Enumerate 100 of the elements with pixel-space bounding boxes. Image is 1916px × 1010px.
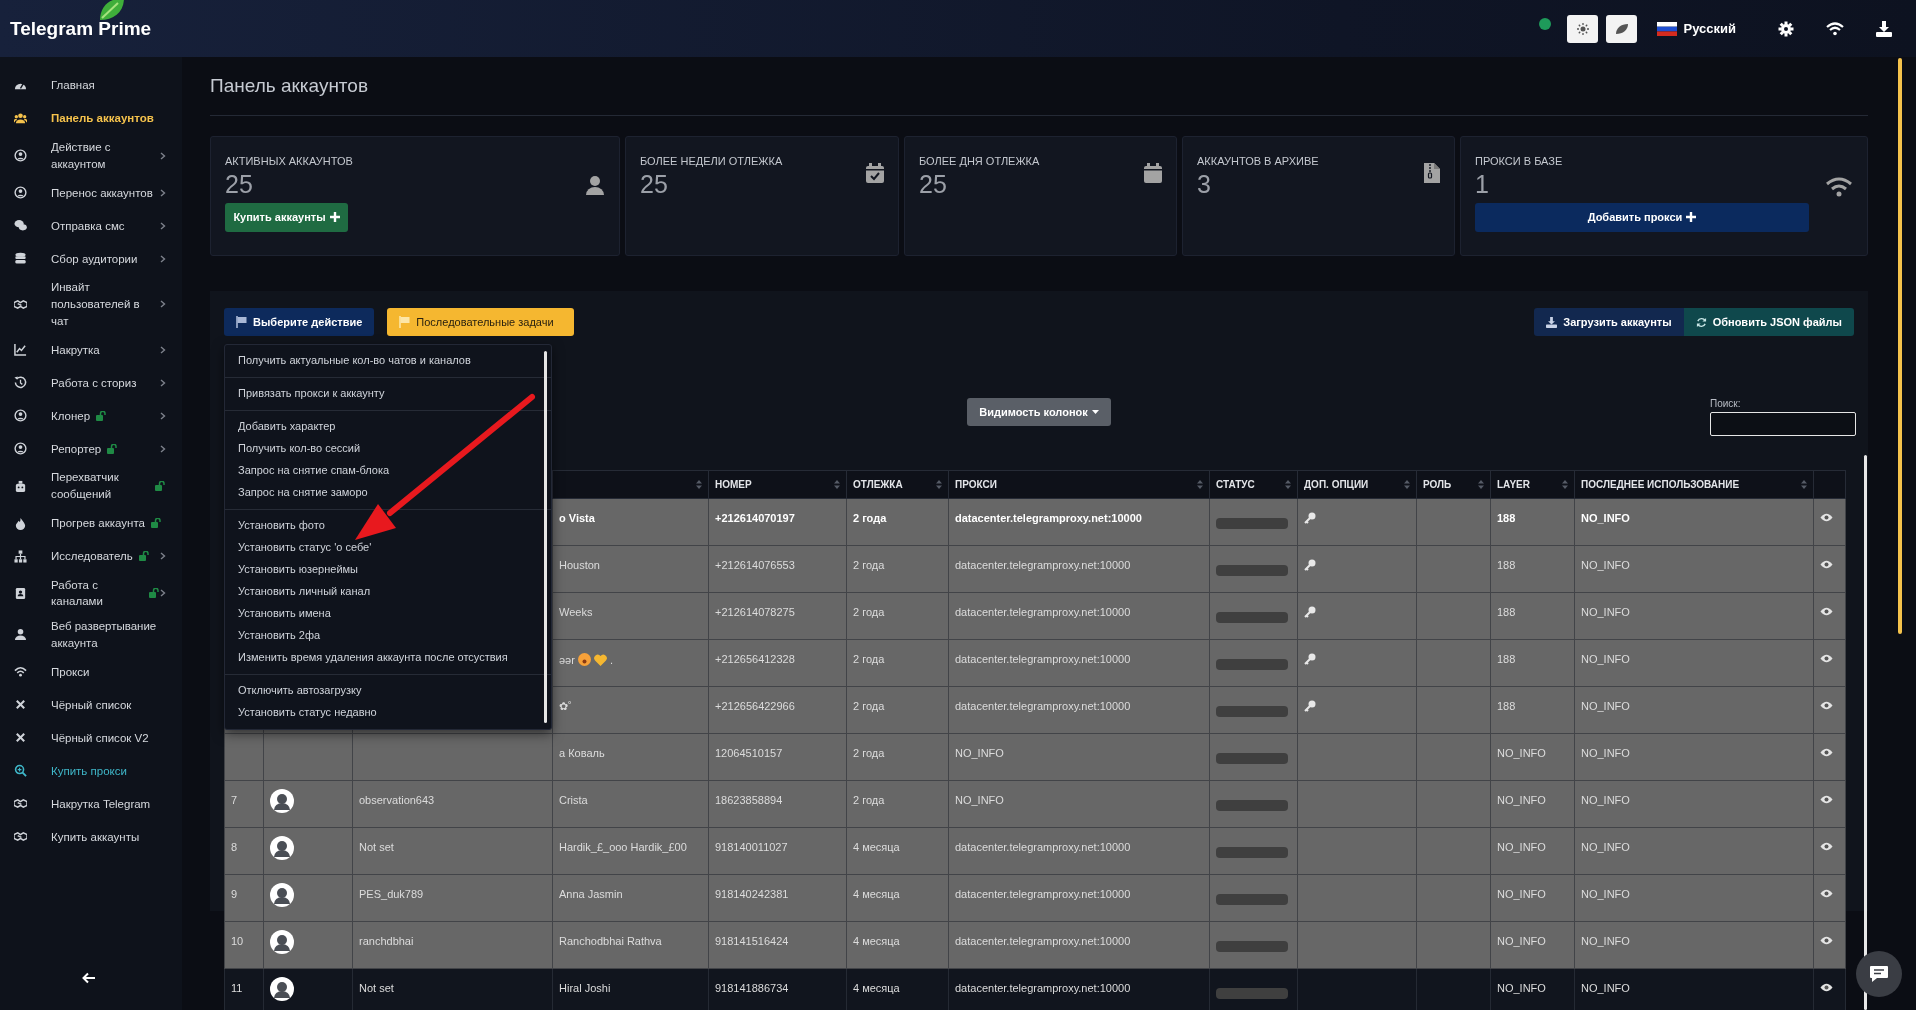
menu-item[interactable]: Привязать прокси к аккаунту	[225, 382, 551, 404]
name-cell: o Vista	[559, 512, 595, 524]
flag-icon	[1657, 21, 1678, 36]
last-used-cell: NO_INFO	[1581, 888, 1630, 900]
calendar-icon	[1144, 163, 1162, 183]
menu-item[interactable]: Установить личный канал	[225, 580, 551, 602]
add-proxy-button[interactable]: Добавить прокси	[1475, 202, 1809, 232]
key-icon[interactable]	[1304, 653, 1316, 665]
refresh-json-button[interactable]: Обновить JSON файлы	[1683, 308, 1854, 336]
sort-icon	[936, 480, 942, 489]
menu-item[interactable]: Установить фото	[225, 514, 551, 536]
sidebar-item[interactable]: Репортер	[0, 432, 182, 466]
settings-icon[interactable]	[1778, 20, 1794, 37]
menu-item[interactable]: Установить статус недавно	[225, 701, 551, 723]
sidebar-item[interactable]: Прокси	[0, 655, 182, 689]
name-cell: Crista	[559, 794, 588, 806]
sort-icon[interactable]	[696, 480, 702, 489]
table-row[interactable]: 7 observation643 Crista 18623858894 2 года NO_INFO NO_INFO NO_INFO	[224, 780, 1846, 828]
page-scrollbar[interactable]	[1898, 58, 1902, 634]
close-icon	[14, 731, 27, 745]
sidebar-item[interactable]: Инвайт пользователей в чат	[0, 275, 182, 334]
search-field[interactable]	[1710, 412, 1856, 436]
menu-item[interactable]: Получить кол-во сессий	[225, 437, 551, 459]
plus-icon	[1686, 212, 1697, 222]
table-row[interactable]: 11 Not set Hiral Joshi 918141886734 4 месяца datacenter.telegramproxy.net:10000 NO_INFO NO_INFO	[224, 968, 1846, 1010]
chat-button[interactable]	[1856, 951, 1902, 997]
menu-item[interactable]: Установить 2фа	[225, 624, 551, 646]
key-icon[interactable]	[1304, 559, 1316, 571]
menu-item[interactable]: Получить актуальные кол-во чатов и каналов	[225, 349, 551, 371]
sidebar-item[interactable]: Накрутка	[0, 333, 182, 367]
layer-cell: NO_INFO	[1497, 935, 1546, 947]
proxy-cell: datacenter.telegramproxy.net:10000	[955, 606, 1131, 618]
column-header[interactable]: ПОСЛЕДНЕЕ ИСПОЛЬЗОВАНИЕ	[1574, 470, 1814, 499]
download-icon[interactable]	[1876, 20, 1892, 37]
name-cell: ✿˚	[559, 700, 572, 713]
menu-item[interactable]: Запрос на снятие спам-блока	[225, 459, 551, 481]
column-header[interactable]: ОТЛЕЖКА	[846, 470, 949, 499]
sidebar-item[interactable]: Работа с сториз	[0, 366, 182, 400]
sidebar-item[interactable]: Перенос аккаунтов	[0, 176, 182, 210]
key-icon[interactable]	[1304, 700, 1316, 712]
sidebar-item[interactable]: Работа с каналами	[0, 572, 182, 615]
menu-item[interactable]: Изменить время удаления аккаунта после отсуствия	[225, 646, 551, 668]
column-header[interactable]: СТАТУС	[1209, 470, 1298, 499]
sidebar-item[interactable]: Накрутка Telegram	[0, 787, 182, 821]
sidebar-item[interactable]: Купить аккаунты	[0, 820, 182, 854]
layer-cell: NO_INFO	[1497, 794, 1546, 806]
name-cell: Hardik_£_ooo Hardik_£00	[559, 841, 687, 853]
menu-item[interactable]: Установить статус 'о себе'	[225, 536, 551, 558]
phone-cell: +212614078275	[715, 606, 795, 618]
table-row[interactable]: 10 ranchdbhai Ranchodbhai Rathva 918141516424 4 месяца datacenter.telegramproxy.net:10000 NO_INFO NO_INFO	[224, 921, 1846, 969]
table-row[interactable]: a Коваль 12064510157 2 года NO_INFO NO_INFO NO_INFO	[224, 733, 1846, 781]
sidebar-item[interactable]: Веб развертывание аккаунта	[0, 614, 182, 656]
sidebar-item[interactable]: Прогрев аккаунта	[0, 506, 182, 540]
back-arrow-icon[interactable]	[82, 972, 96, 984]
column-header[interactable]: РОЛЬ	[1416, 470, 1491, 499]
upload-accounts-button[interactable]: Загрузить аккаунты	[1534, 308, 1684, 336]
language-selector[interactable]: Русский	[1657, 21, 1736, 36]
column-header[interactable]: ПРОКСИ	[948, 470, 1210, 499]
menu-item[interactable]: Добавить характер	[225, 415, 551, 437]
choose-action-button[interactable]: Выберите действие	[224, 308, 375, 336]
theme-button[interactable]	[1567, 14, 1599, 43]
menu-scrollbar[interactable]	[544, 351, 547, 723]
menu-item[interactable]: Запрос на снятие заморо	[225, 481, 551, 503]
key-icon[interactable]	[1304, 606, 1316, 618]
sidebar-item[interactable]: Исследователь	[0, 539, 182, 573]
sidebar-item[interactable]: Отправка смс	[0, 209, 182, 243]
sort-icon	[1404, 480, 1410, 489]
leaf-button[interactable]	[1606, 14, 1638, 43]
sidebar-item[interactable]: Купить прокси	[0, 754, 182, 788]
column-header[interactable]: LAYER	[1490, 470, 1575, 499]
sidebar-item[interactable]: Перехватчик сообщений	[0, 465, 182, 507]
buy-accounts-button[interactable]: Купить аккаунты	[225, 202, 348, 232]
name-cell: a Коваль	[559, 747, 605, 759]
sidebar-item[interactable]: Панель аккаунтов	[0, 102, 182, 135]
sidebar-item[interactable]: Чёрный список V2	[0, 721, 182, 755]
sidebar-item[interactable]: Действие с аккаунтом	[0, 135, 182, 177]
eye-icon[interactable]	[1820, 983, 1833, 992]
status-bar	[1216, 753, 1288, 764]
refresh-icon	[1695, 316, 1707, 328]
history-icon	[14, 376, 27, 390]
key-icon[interactable]	[1304, 512, 1316, 524]
column-header[interactable]: ДОП. ОПЦИИ	[1297, 470, 1417, 499]
app-logo[interactable]: Telegram Prime	[10, 17, 152, 40]
menu-item[interactable]: Установить имена	[225, 602, 551, 624]
sidebar-item[interactable]: Сбор аудитории	[0, 242, 182, 276]
table-row[interactable]: 9 PES_duk789 Anna Jasmin 918140242381 4 месяца datacenter.telegramproxy.net:10000 NO_INFO NO_INFO	[224, 874, 1846, 922]
column-header[interactable]: НОМЕР	[708, 470, 847, 499]
menu-item[interactable]: Установить юзернеймы	[225, 558, 551, 580]
status-bar	[1216, 518, 1288, 529]
layer-cell: NO_INFO	[1497, 982, 1546, 994]
sequential-tasks-button[interactable]: Последовательные задачи	[387, 308, 575, 336]
sidebar-item[interactable]: Клонер	[0, 399, 182, 433]
proxy-cell: datacenter.telegramproxy.net:10000	[955, 512, 1142, 524]
sidebar-item[interactable]: Чёрный список	[0, 688, 182, 722]
wifi-icon[interactable]	[1826, 21, 1844, 36]
table-scrollbar[interactable]	[1864, 455, 1867, 1010]
column-visibility-button[interactable]: Видимость колонок	[967, 398, 1111, 426]
stat-value: 25	[640, 171, 669, 199]
sidebar-item[interactable]: Главная	[0, 69, 182, 102]
table-row[interactable]: 8 Not set Hardik_£_ooo Hardik_£00 918140011027 4 месяца datacenter.telegramproxy.net:10000 NO_INFO NO_INFO	[224, 827, 1846, 875]
